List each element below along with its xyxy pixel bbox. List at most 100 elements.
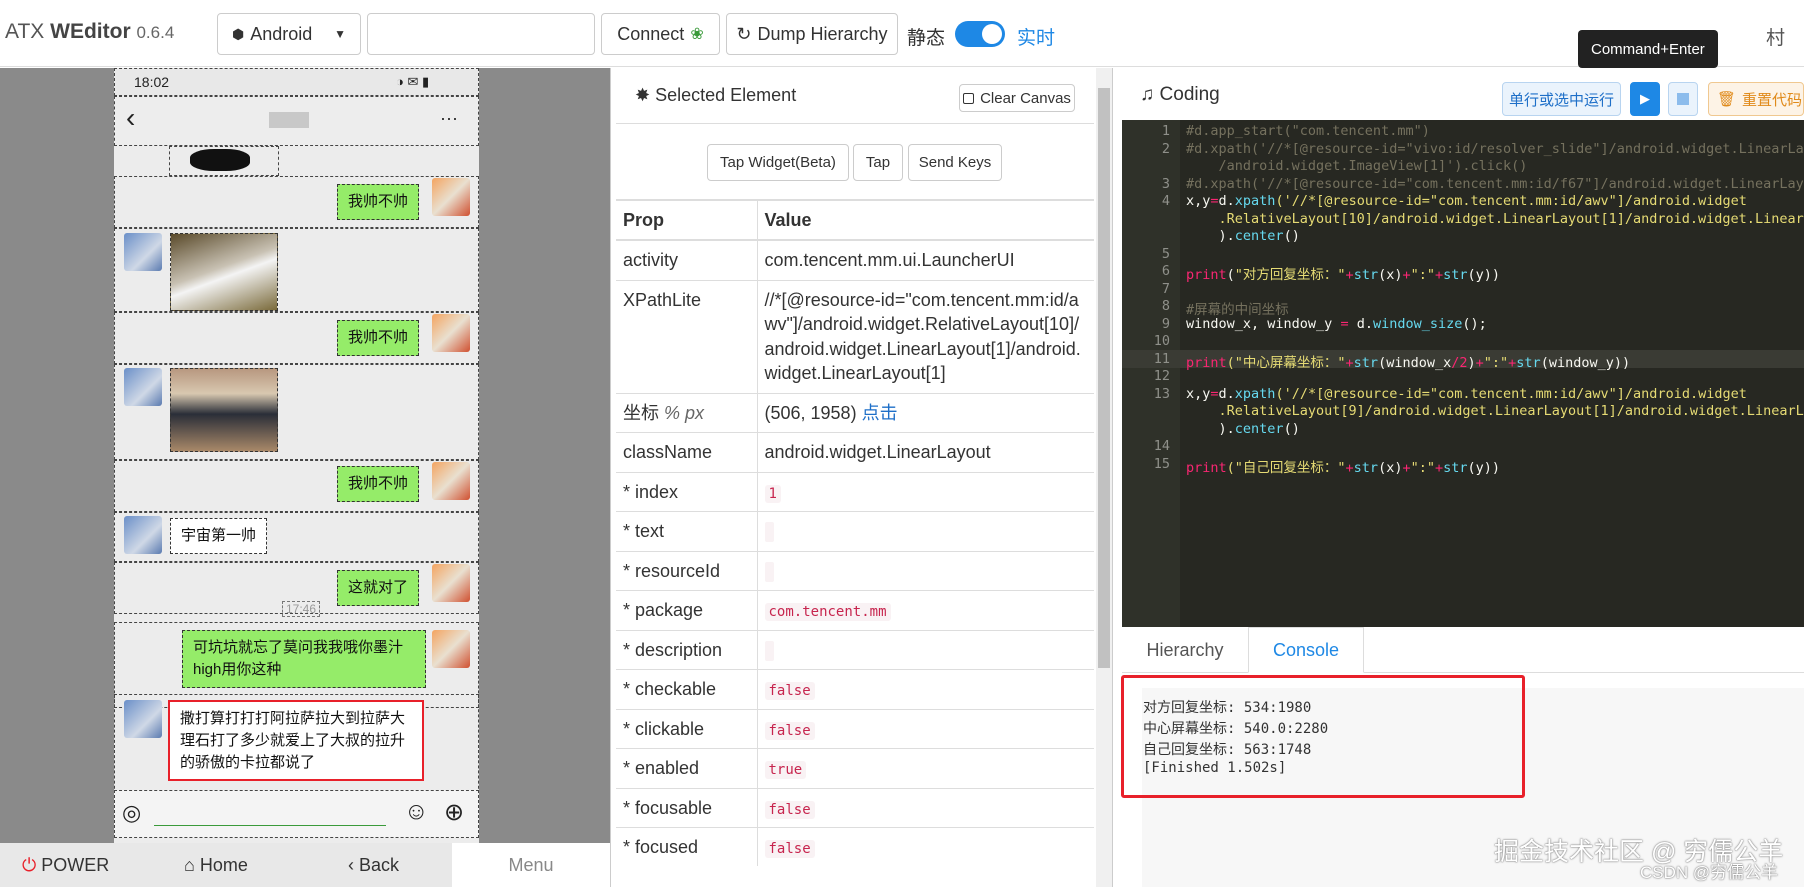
- code-line: #屏幕的中间坐标: [1186, 302, 1289, 318]
- tab-console[interactable]: Console: [1248, 627, 1364, 673]
- right-edge-text: 村: [1766, 28, 1786, 49]
- refresh-icon: ↻: [736, 23, 752, 44]
- connect-button[interactable]: Connect ❀: [601, 13, 720, 55]
- code-token: +: [1345, 355, 1354, 371]
- contact-avatar[interactable]: [124, 700, 162, 738]
- line-number: 14: [1153, 438, 1170, 454]
- phone-screen[interactable]: 18:02 ◑ ✉ ▮ ‹ ··· 我帅不帅 我帅不帅 我帅不帅 宇宙第一帅 这…: [114, 68, 479, 843]
- voice-icon[interactable]: ◎: [122, 800, 141, 826]
- tab-hierarchy[interactable]: Hierarchy: [1122, 627, 1248, 673]
- top-toolbar: ATX WEditor 0.6.4 ⬢ Android ▼ Connect ❀ …: [0, 0, 1804, 67]
- coord-click-link[interactable]: 点击: [862, 403, 898, 423]
- enabled-value: true: [764, 761, 807, 780]
- xpath-value: //*[@resource-id="com.tencent.mm:id/awv"…: [764, 289, 1081, 384]
- message-bubble-me[interactable]: 可坑坑就忘了莫问我我哦你墨汁high用你这种: [182, 630, 426, 688]
- prop-cell: 坐标 % px: [616, 392, 758, 433]
- coding-title: ♫ Coding: [1140, 84, 1220, 106]
- tap-widget-button[interactable]: Tap Widget(Beta): [707, 144, 849, 181]
- menu-button[interactable]: Menu: [452, 843, 610, 887]
- code-token: (window_y)): [1540, 355, 1631, 371]
- contact-avatar[interactable]: [124, 368, 162, 406]
- message-bubble-me[interactable]: 我帅不帅: [337, 320, 420, 356]
- table-row: * description: [616, 629, 1094, 670]
- output-tabs: Hierarchy Console: [1122, 627, 1804, 673]
- back-arrow-icon[interactable]: ‹: [126, 102, 135, 134]
- home-button[interactable]: ⌂ Home: [184, 843, 248, 887]
- table-row: * index 1: [616, 471, 1094, 512]
- message-bubble-me[interactable]: 我帅不帅: [337, 184, 420, 220]
- chat-text-input[interactable]: [154, 800, 386, 826]
- code-token: +: [1475, 355, 1484, 371]
- code-token: str: [1516, 355, 1541, 371]
- dump-hierarchy-label: Dump Hierarchy: [757, 23, 888, 44]
- dump-hierarchy-button[interactable]: ↻ Dump Hierarchy: [726, 13, 898, 55]
- run-selected-button[interactable]: 单行或选中运行: [1502, 82, 1621, 116]
- message-bubble-other[interactable]: 宇宙第一帅: [170, 518, 268, 554]
- prop-cell: * description: [616, 629, 758, 670]
- power-icon: ⏻: [22, 854, 37, 875]
- value-cell: [757, 550, 1094, 591]
- car-photo-2[interactable]: [170, 368, 278, 452]
- properties-scrollbar[interactable]: [1096, 68, 1112, 887]
- code-token: x,y: [1186, 386, 1211, 402]
- realtime-toggle[interactable]: [955, 21, 1005, 47]
- clickable-value: false: [764, 721, 815, 740]
- value-cell: false: [757, 826, 1094, 867]
- code-token: (x): [1378, 460, 1403, 476]
- table-row: * checkable false: [616, 669, 1094, 710]
- coord-unit-toggle[interactable]: % px: [664, 403, 704, 423]
- scrollbar-thumb[interactable]: [1098, 88, 1110, 668]
- power-button[interactable]: ⏻ POWER: [22, 843, 109, 887]
- my-avatar[interactable]: [432, 178, 470, 216]
- car-photo-1[interactable]: [170, 233, 278, 311]
- my-avatar[interactable]: [432, 314, 470, 352]
- my-avatar[interactable]: [432, 564, 470, 602]
- emoji-icon[interactable]: ☺: [404, 798, 429, 826]
- prev-message-fragment: [169, 146, 279, 176]
- send-keys-button[interactable]: Send Keys: [908, 144, 1002, 181]
- device-serial-input[interactable]: [367, 13, 595, 55]
- tap-button[interactable]: Tap: [853, 144, 903, 181]
- run-button[interactable]: ▶: [1630, 82, 1660, 116]
- clear-canvas-button[interactable]: Clear Canvas: [959, 84, 1075, 112]
- coord-value: (506, 1958): [764, 402, 857, 423]
- line-number: 5: [1161, 246, 1170, 262]
- status-icons: ◑ ✉ ▮: [396, 74, 430, 89]
- message-bubble-me[interactable]: 我帅不帅: [337, 466, 420, 502]
- reset-code-label: 重置代码: [1742, 91, 1803, 109]
- brand-name: WEditor: [50, 20, 131, 43]
- code-token: ).: [1186, 228, 1235, 244]
- value-cell: [757, 629, 1094, 670]
- my-avatar[interactable]: [432, 630, 470, 668]
- more-options-icon[interactable]: ···: [440, 108, 458, 129]
- add-icon[interactable]: ⊕: [444, 798, 464, 827]
- leaf-icon: ❀: [690, 26, 704, 43]
- back-button[interactable]: ‹ Back: [348, 843, 399, 887]
- resourceid-value: [764, 561, 774, 582]
- reset-code-button[interactable]: 🗑 重置代码: [1708, 82, 1804, 116]
- value-cell: false: [757, 787, 1094, 828]
- code-token: str: [1353, 355, 1379, 371]
- my-avatar[interactable]: [432, 462, 470, 500]
- contact-avatar[interactable]: [124, 516, 162, 554]
- value-cell: false: [757, 669, 1094, 710]
- code-line: ).center(): [1186, 421, 1300, 437]
- home-icon: ⌂: [184, 854, 195, 875]
- code-token: +: [1434, 460, 1444, 476]
- code-token: +: [1345, 460, 1354, 476]
- value-cell: com.tencent.mm: [757, 590, 1094, 631]
- toggle-knob: [982, 24, 1002, 44]
- platform-select[interactable]: ⬢ Android ▼: [217, 13, 361, 55]
- prop-cell: XPathLite: [616, 279, 758, 394]
- table-row: * focusable false: [616, 787, 1094, 828]
- stop-button[interactable]: [1668, 82, 1698, 116]
- selected-message-bubble[interactable]: 撒打算打打打阿拉萨拉大到拉萨大理石打了多少就爱上了大叔的拉升的骄傲的卡拉都说了: [168, 700, 424, 782]
- chat-timestamp: 17:46: [282, 601, 321, 617]
- message-bubble-me[interactable]: 这就对了: [337, 570, 420, 606]
- code-token: d.: [1218, 193, 1235, 209]
- code-token: +: [1345, 267, 1354, 283]
- back-label: Back: [359, 854, 400, 875]
- line-number: 15: [1153, 456, 1170, 472]
- contact-avatar[interactable]: [124, 233, 162, 271]
- music-note-icon: ♫: [1140, 84, 1155, 105]
